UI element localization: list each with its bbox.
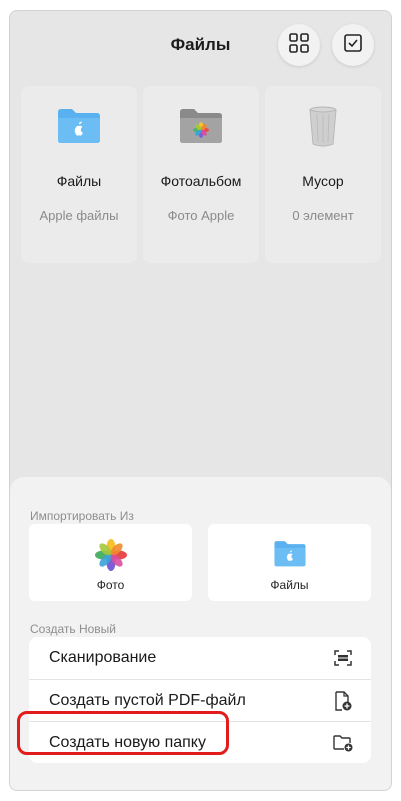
blue-folder-icon xyxy=(56,106,102,149)
menu-item-label: Создать пустой PDF-файл xyxy=(49,691,246,709)
location-card-photo-album[interactable]: Фотоальбом Фото Apple xyxy=(143,86,259,263)
folder-icon xyxy=(273,538,307,573)
grid-icon xyxy=(289,32,309,58)
import-label: Фото xyxy=(96,578,125,592)
import-label: Файлы xyxy=(270,578,309,592)
location-card-trash[interactable]: Мусор 0 элемент xyxy=(265,86,381,263)
header: Файлы xyxy=(10,11,391,81)
location-name: Фотоальбом xyxy=(160,173,242,189)
phone-screen: Файлы Файлы Apple файлы Фотоальбом Фото … xyxy=(9,10,392,791)
new-folder-icon xyxy=(333,733,353,753)
location-card-files[interactable]: Файлы Apple файлы xyxy=(21,86,137,263)
grid-view-button[interactable] xyxy=(278,24,320,66)
scan-icon xyxy=(333,648,353,668)
create-section-label: Создать Новый xyxy=(30,622,116,636)
import-from-photos[interactable]: Фото xyxy=(29,524,192,601)
photos-icon xyxy=(94,538,128,577)
trash-icon xyxy=(308,106,338,153)
import-options: Фото Файлы xyxy=(29,524,371,601)
locations-grid: Файлы Apple файлы Фотоальбом Фото Apple … xyxy=(21,86,381,263)
checkbox-icon xyxy=(344,33,362,57)
location-subtitle: Apple файлы xyxy=(39,208,119,223)
import-from-files[interactable]: Файлы xyxy=(208,524,371,601)
location-subtitle: Фото Apple xyxy=(167,208,235,223)
location-name: Мусор xyxy=(302,173,344,189)
select-button[interactable] xyxy=(332,24,374,66)
scan-menu-item[interactable]: Сканирование xyxy=(29,637,371,679)
photos-folder-icon xyxy=(178,106,224,149)
location-name: Файлы xyxy=(56,173,102,189)
import-section-label: Импортировать Из xyxy=(30,509,134,523)
highlight-frame xyxy=(17,711,229,755)
new-pdf-icon xyxy=(333,690,353,711)
menu-item-label: Сканирование xyxy=(49,649,157,666)
location-subtitle: 0 элемент xyxy=(292,208,354,223)
